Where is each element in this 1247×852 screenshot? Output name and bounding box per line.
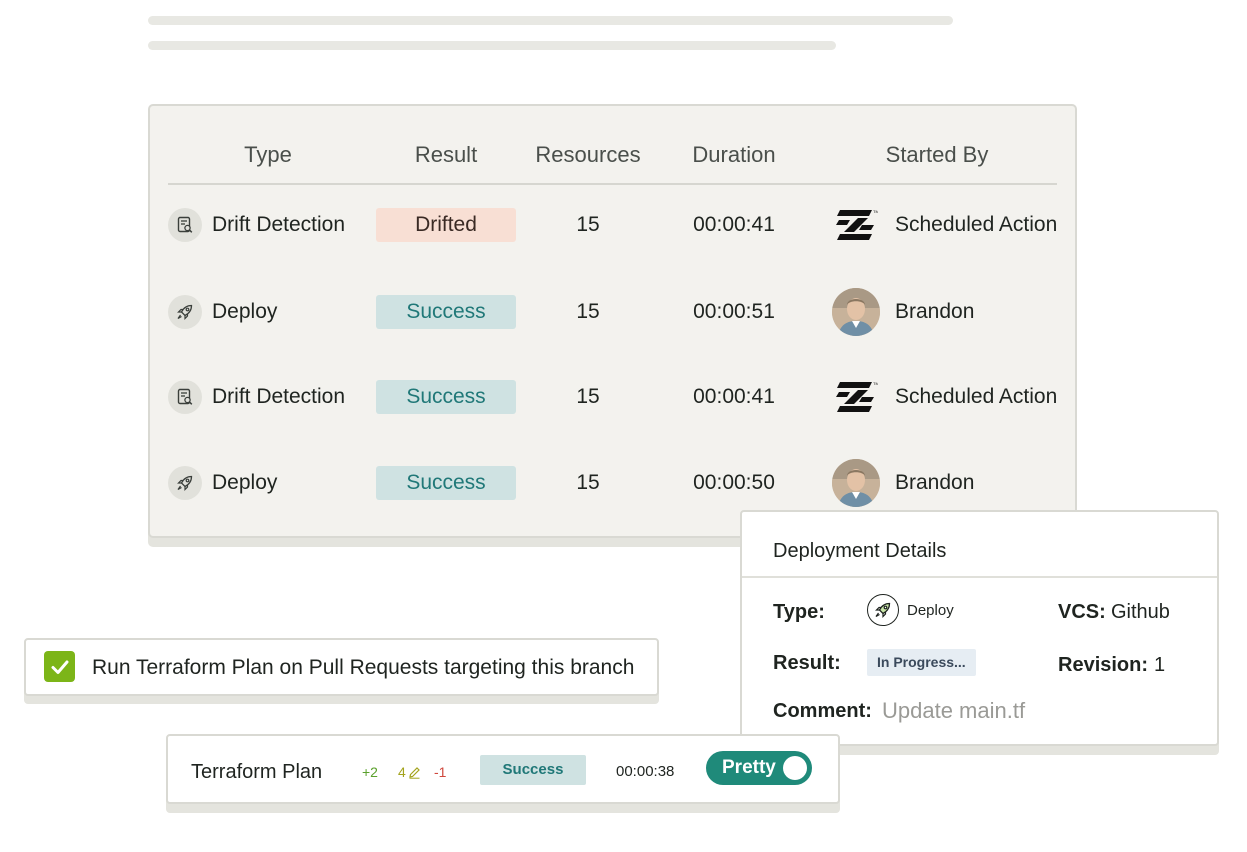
status-badge: In Progress... [867,649,976,676]
table-row[interactable]: Deploy Success 15 00:00:51 Brandon [150,287,1075,337]
pretty-toggle[interactable]: Pretty [706,751,812,785]
header-duration: Duration [692,142,776,167]
row-type: Deploy [212,471,278,494]
header-type: Type [244,142,292,167]
avatar [831,287,881,337]
rocket-icon [168,295,202,329]
header-started-by: Started By [885,142,989,167]
status-badge: Success [376,466,516,500]
pr-plan-label: Run Terraform Plan on Pull Requests targ… [92,656,635,679]
row-resources: 15 [576,300,600,323]
toggle-knob [783,756,807,780]
pencil-icon [409,766,420,779]
scheduled-action-logo: TM [831,372,881,422]
terraform-plan-row[interactable]: Terraform Plan +2 4 -1 Success 00:00:38 … [166,734,840,804]
row-duration: 00:00:51 [693,300,775,323]
placeholder-line [148,16,953,25]
svg-text:TM: TM [873,381,878,386]
table-row[interactable]: Deploy Success 15 00:00:50 Brandon [150,458,1075,508]
status-badge: Success [376,295,516,329]
checkmark-icon [51,660,68,674]
row-started-by: Scheduled Action [895,385,1058,408]
runs-table: Type Result Resources Duration Started B… [148,104,1077,538]
avatar [831,458,881,508]
revision-value: 1 [1154,654,1166,676]
row-started-by: Brandon [895,300,975,323]
plan-title: Terraform Plan [191,761,323,783]
plan-added-count: +2 [362,764,378,780]
comment-value: Update main.tf [882,698,1026,723]
plan-changed-count: 4 [398,764,406,780]
drift-detection-icon [168,380,202,414]
vcs-value: Github [1111,601,1170,623]
row-type: Drift Detection [212,213,346,236]
vcs-key: VCS: [1058,601,1106,623]
svg-text:TM: TM [873,209,878,214]
details-title: Deployment Details [773,540,947,562]
table-row[interactable]: Drift Detection Drifted 15 00:00:41 TM S… [150,200,1075,250]
plan-duration: 00:00:38 [616,763,675,780]
plan-removed-count: -1 [434,764,447,780]
table-row[interactable]: Drift Detection Success 15 00:00:41 TM S… [150,372,1075,422]
drift-detection-icon [168,208,202,242]
page: Type Result Resources Duration Started B… [0,0,1247,852]
row-type: Drift Detection [212,385,346,408]
row-resources: 15 [576,385,600,408]
row-started-by: Brandon [895,471,975,494]
status-badge: Success [480,755,586,785]
header-divider [168,183,1057,185]
details-divider [742,576,1217,578]
row-duration: 00:00:50 [693,471,775,494]
pr-plan-option[interactable]: Run Terraform Plan on Pull Requests targ… [24,638,659,696]
result-key: Result: [773,652,841,674]
pretty-toggle-label: Pretty [722,757,776,778]
rocket-icon [168,466,202,500]
row-started-by: Scheduled Action [895,213,1058,236]
revision-key: Revision: [1058,654,1149,676]
pr-plan-checkbox[interactable] [44,651,75,682]
header-result: Result [414,142,478,167]
row-type: Deploy [212,300,278,323]
comment-key: Comment: [773,700,872,722]
row-duration: 00:00:41 [693,213,775,236]
rocket-icon [867,594,899,626]
row-resources: 15 [576,471,600,494]
status-badge: Success [376,380,516,414]
placeholder-line [148,41,836,50]
type-value: Deploy [907,602,954,619]
plan-changed: 4 [398,764,421,780]
row-resources: 15 [576,213,600,236]
status-badge: Drifted [376,208,516,242]
type-key: Type: [773,601,825,623]
deployment-details-panel: Deployment Details Type: Deploy VCS: Git… [740,510,1219,746]
header-resources: Resources [535,142,641,167]
row-duration: 00:00:41 [693,385,775,408]
scheduled-action-logo: TM [831,200,881,250]
